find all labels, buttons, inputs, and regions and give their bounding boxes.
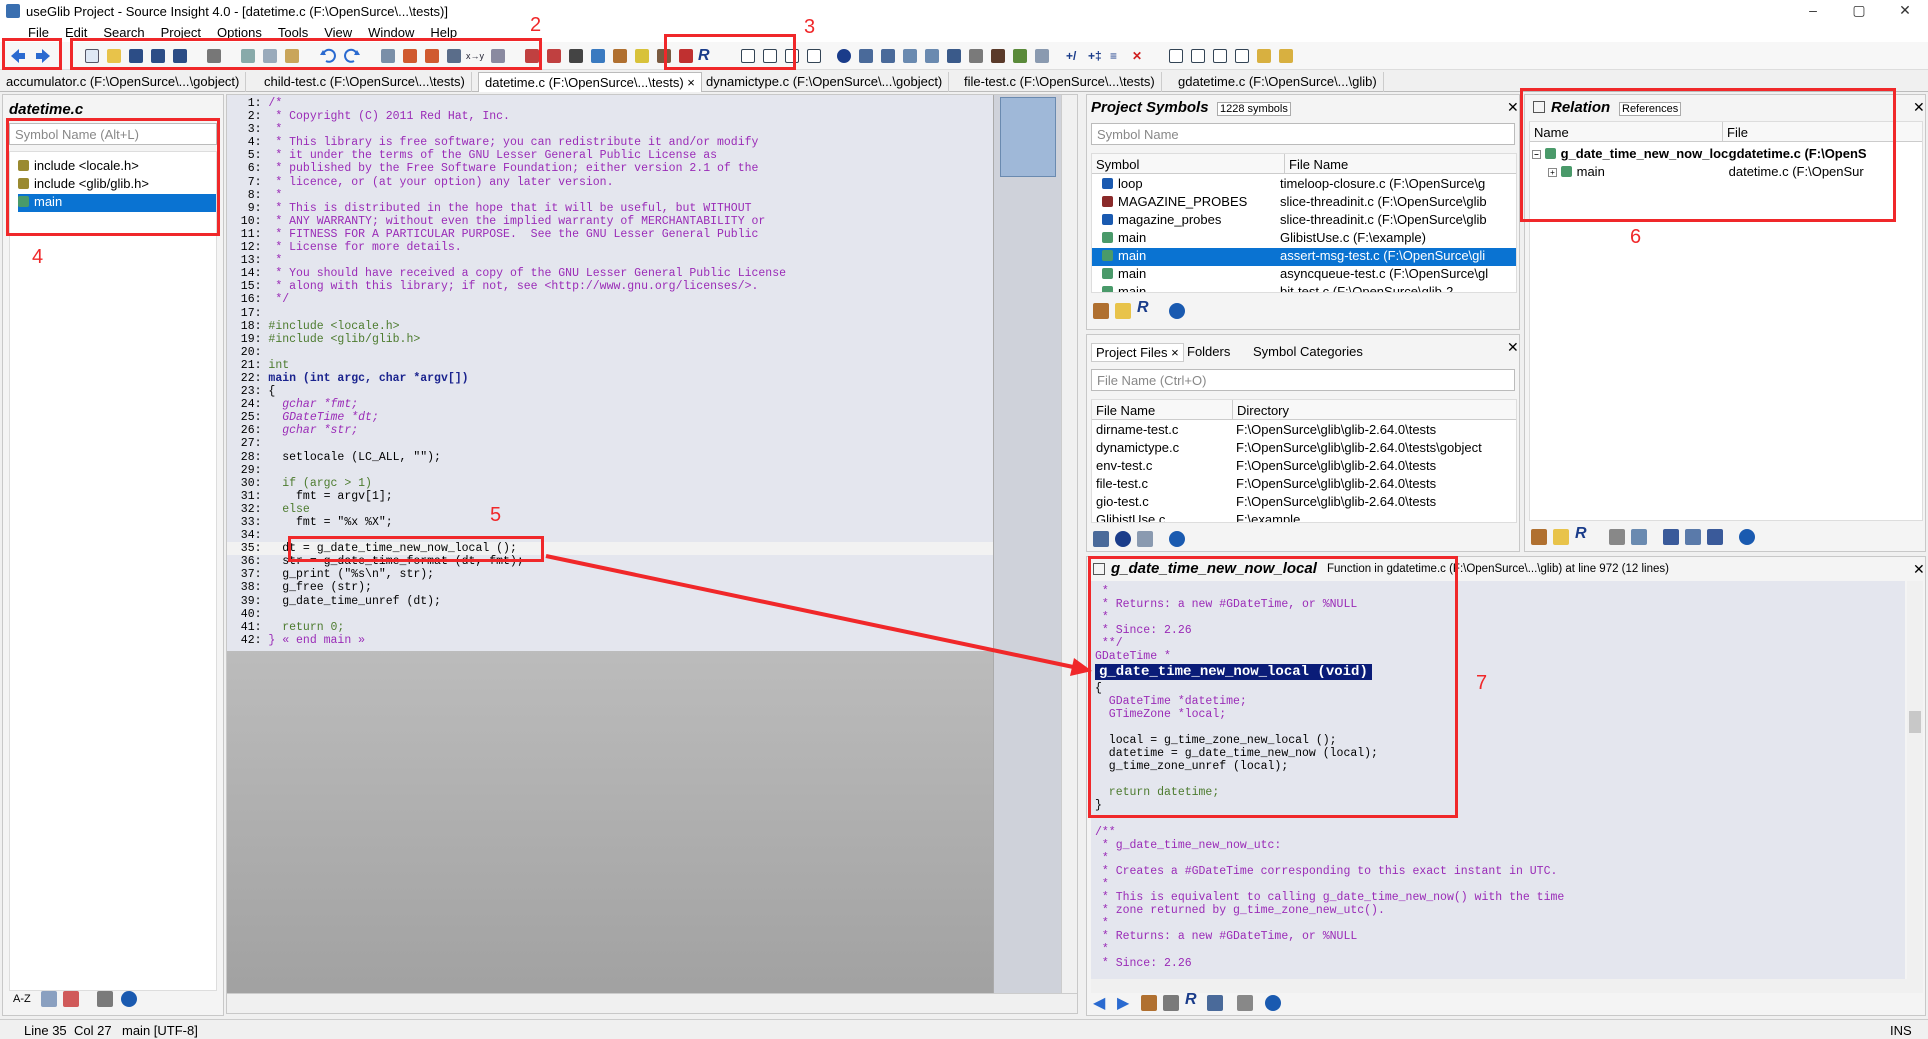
annotation-arrow xyxy=(545,554,1092,676)
